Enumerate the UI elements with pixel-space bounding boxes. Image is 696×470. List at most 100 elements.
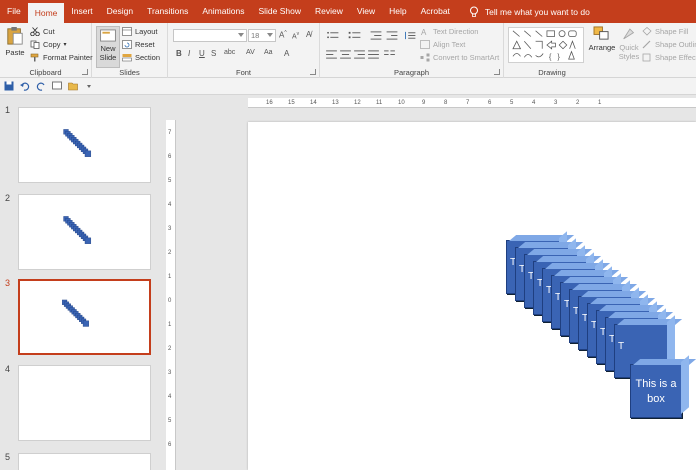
convert-smartart-button[interactable]: Convert to SmartArt — [420, 53, 499, 62]
paste-button[interactable]: Paste — [4, 26, 26, 66]
shape-box-front[interactable]: This is a box — [630, 364, 682, 418]
tab-animations[interactable]: Animations — [195, 0, 251, 23]
slide-canvas[interactable]: T T T T T T T T T T T T T This is a box — [248, 122, 696, 470]
underline-button[interactable]: U — [199, 49, 205, 58]
shape-effects-label: Shape Effects — [655, 53, 696, 62]
text-direction-label: Text Direction — [433, 27, 479, 36]
slide-thumbnail-5[interactable] — [18, 453, 151, 470]
copy-button[interactable]: Copy ▾ — [30, 40, 67, 49]
shape-effects-button[interactable]: Shape Effects — [642, 53, 696, 62]
svg-text:A: A — [421, 28, 427, 36]
font-color-button[interactable]: A — [284, 49, 289, 58]
tab-slide-show[interactable]: Slide Show — [251, 0, 308, 23]
tab-design[interactable]: Design — [100, 0, 140, 23]
slide-thumbnail-3[interactable] — [18, 279, 151, 355]
undo-icon[interactable] — [20, 81, 30, 91]
ruler-number: 12 — [354, 100, 361, 106]
quick-styles-label-1: Quick — [619, 43, 639, 52]
quick-styles-button[interactable]: Quick Styles — [617, 26, 641, 68]
tab-file[interactable]: File — [0, 0, 28, 23]
slide-number: 2 — [5, 193, 11, 203]
scissors-icon — [30, 27, 40, 36]
align-right-icon[interactable] — [354, 50, 365, 59]
new-slide-button[interactable]: New Slide — [96, 26, 120, 68]
shapes-gallery[interactable]: { } — [508, 27, 584, 63]
convert-smartart-label: Convert to SmartArt — [433, 53, 500, 62]
align-center-icon[interactable] — [340, 50, 351, 59]
ruler-number: 10 — [398, 100, 405, 106]
tab-transitions[interactable]: Transitions — [140, 0, 195, 23]
change-case-button[interactable]: Aa — [264, 49, 273, 56]
layout-label: Layout — [135, 27, 158, 36]
italic-button[interactable]: I — [188, 49, 190, 58]
shadow-button[interactable]: abc — [224, 49, 235, 56]
cut-button[interactable]: Cut — [30, 27, 55, 36]
copy-dropdown-icon[interactable]: ▾ — [64, 41, 67, 48]
tab-acrobat[interactable]: Acrobat — [414, 0, 457, 23]
reset-icon — [122, 40, 132, 49]
drawing-group: { } Arrange Quick Styles Shape Fill Shap… — [504, 23, 696, 78]
reset-button[interactable]: Reset — [122, 40, 155, 49]
clipboard-launcher-icon[interactable] — [82, 69, 88, 75]
char-spacing-button[interactable]: AV — [246, 49, 255, 56]
ruler-number: 3 — [554, 100, 558, 106]
ruler-number: 2 — [576, 100, 580, 106]
shape-fill-button[interactable]: Shape Fill — [642, 27, 688, 36]
arrange-button[interactable]: Arrange — [588, 26, 616, 68]
increase-indent-icon[interactable] — [386, 31, 398, 40]
align-left-icon[interactable] — [326, 50, 337, 59]
layout-button[interactable]: Layout — [122, 27, 158, 36]
shape-fill-label: Shape Fill — [655, 27, 689, 36]
line-spacing-icon[interactable] — [404, 31, 416, 40]
decrease-font-icon[interactable]: Av — [292, 31, 299, 40]
font-size-select[interactable]: 18 — [248, 29, 276, 42]
shape-outline-button[interactable]: Shape Outline — [642, 40, 696, 49]
thumbnail-scrollbar[interactable] — [158, 96, 165, 470]
text-direction-icon: A — [421, 28, 427, 36]
justify-icon[interactable] — [368, 50, 379, 59]
copy-icon — [30, 40, 40, 49]
tab-home[interactable]: Home — [27, 3, 65, 23]
paintbrush-icon — [30, 53, 39, 62]
ruler-number: 1 — [168, 274, 172, 280]
tell-me-text: Tell me what you want to do — [484, 6, 590, 17]
strike-button[interactable]: S — [211, 49, 216, 58]
redo-icon[interactable] — [36, 81, 46, 91]
bullets-icon[interactable] — [326, 31, 340, 40]
font-name-select[interactable] — [173, 29, 247, 42]
bold-button[interactable]: B — [176, 49, 182, 58]
tab-review[interactable]: Review — [308, 0, 350, 23]
slide-thumbnail-pane: 1 2 3 4 5 — [0, 96, 165, 470]
format-painter-button[interactable]: Format Painter — [30, 53, 93, 62]
ruler-number: 6 — [488, 100, 492, 106]
tab-help[interactable]: Help — [382, 0, 413, 23]
increase-font-icon[interactable]: A^ — [279, 30, 287, 40]
slide-number: 1 — [5, 105, 11, 115]
slide-thumbnail-1[interactable] — [18, 107, 151, 183]
decrease-indent-icon[interactable] — [370, 31, 382, 40]
ruler-number: 6 — [168, 154, 172, 160]
customize-qat-icon[interactable] — [84, 81, 94, 91]
columns-icon[interactable] — [384, 50, 395, 59]
start-slideshow-icon[interactable] — [52, 81, 62, 91]
ruler-number: 3 — [168, 226, 172, 232]
tell-me-search[interactable]: Tell me what you want to do — [457, 0, 590, 23]
slide-thumbnail-2[interactable] — [18, 194, 151, 270]
numbering-icon[interactable] — [348, 31, 362, 40]
clear-format-icon[interactable]: A̸ — [306, 30, 311, 39]
box-text: This is a box — [635, 378, 677, 405]
paragraph-launcher-icon[interactable] — [494, 69, 500, 75]
section-button[interactable]: Section — [122, 53, 160, 62]
tab-insert[interactable]: Insert — [64, 0, 99, 23]
open-icon[interactable] — [68, 81, 78, 91]
tab-view[interactable]: View — [350, 0, 382, 23]
ruler-number: 16 — [266, 100, 273, 106]
ruler-number: 8 — [444, 100, 448, 106]
paste-icon — [7, 27, 23, 45]
save-icon[interactable] — [4, 81, 14, 91]
text-direction-button[interactable]: A Text Direction — [420, 27, 478, 36]
slide-thumbnail-4[interactable] — [18, 365, 151, 441]
font-launcher-icon[interactable] — [310, 69, 316, 75]
align-text-button[interactable]: Align Text — [420, 40, 465, 49]
smartart-icon — [420, 53, 430, 62]
